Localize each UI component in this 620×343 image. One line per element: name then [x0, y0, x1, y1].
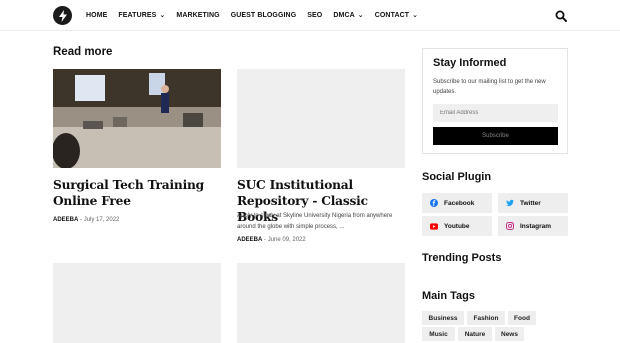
section-title: Read more: [53, 46, 113, 58]
nav-menu: HOME FEATURES ⌄ MARKETING GUEST BLOGGING …: [86, 0, 429, 31]
nav-item-home[interactable]: HOME: [86, 12, 107, 19]
tag-nature[interactable]: Nature: [458, 327, 492, 341]
subscribe-button[interactable]: Subscribe: [433, 127, 558, 145]
tag-news[interactable]: News: [495, 327, 524, 341]
post-date: June 09, 2022: [267, 237, 306, 243]
post-thumbnail[interactable]: [53, 69, 221, 168]
facebook-icon: [430, 199, 438, 207]
facebook-button[interactable]: Facebook: [422, 193, 492, 213]
twitter-icon: [506, 199, 514, 207]
tag-music[interactable]: Music: [422, 327, 455, 341]
search-icon[interactable]: [555, 9, 567, 22]
post-title[interactable]: Surgical Tech Training Online Free: [53, 177, 225, 209]
chevron-down-icon: ⌄: [357, 12, 364, 19]
nav-item-dmca[interactable]: DMCA ⌄: [333, 12, 363, 19]
widget-title: Social Plugin: [422, 171, 492, 183]
nav-item-seo[interactable]: SEO: [307, 12, 322, 19]
youtube-icon: [430, 222, 438, 230]
post-author[interactable]: ADEEBA: [53, 217, 78, 223]
post-author[interactable]: ADEEBA: [237, 237, 262, 243]
instagram-icon: [506, 222, 514, 230]
tag-business[interactable]: Business: [422, 311, 464, 325]
widget-title: Trending Posts: [422, 252, 502, 264]
tag-food[interactable]: Food: [508, 311, 536, 325]
twitter-button[interactable]: Twitter: [498, 193, 568, 213]
nav-item-marketing[interactable]: MARKETING: [176, 12, 219, 19]
widget-title: Stay Informed: [433, 57, 507, 69]
post-meta: ADEEBA - June 09, 2022: [237, 237, 306, 243]
top-navbar: HOME FEATURES ⌄ MARKETING GUEST BLOGGING …: [0, 0, 620, 31]
tag-fashion[interactable]: Fashion: [467, 311, 505, 325]
youtube-button[interactable]: Youtube: [422, 216, 492, 236]
chevron-down-icon: ⌄: [412, 12, 419, 19]
post-thumbnail[interactable]: [237, 69, 405, 168]
nav-item-guest-blogging[interactable]: GUEST BLOGGING: [231, 12, 297, 19]
post-thumbnail[interactable]: [237, 263, 405, 343]
nav-item-contact[interactable]: CONTACT ⌄: [375, 12, 418, 19]
post-meta: ADEEBA - July 17, 2022: [53, 217, 120, 223]
newsletter-widget: Stay Informed Subscribe to our mailing l…: [422, 48, 568, 154]
post-thumbnail[interactable]: [53, 263, 221, 343]
email-field[interactable]: [433, 104, 558, 122]
newsletter-text: Subscribe to our mailing list to get the…: [433, 79, 546, 95]
post-date: July 17, 2022: [83, 217, 120, 223]
widget-title: Main Tags: [422, 290, 475, 302]
nav-item-features[interactable]: FEATURES ⌄: [118, 12, 165, 19]
bolt-icon[interactable]: [53, 6, 72, 25]
instagram-button[interactable]: Instagram: [498, 216, 568, 236]
post-snippet: Apply to study at Skyline University Nig…: [237, 213, 393, 230]
chevron-down-icon: ⌄: [159, 12, 166, 19]
